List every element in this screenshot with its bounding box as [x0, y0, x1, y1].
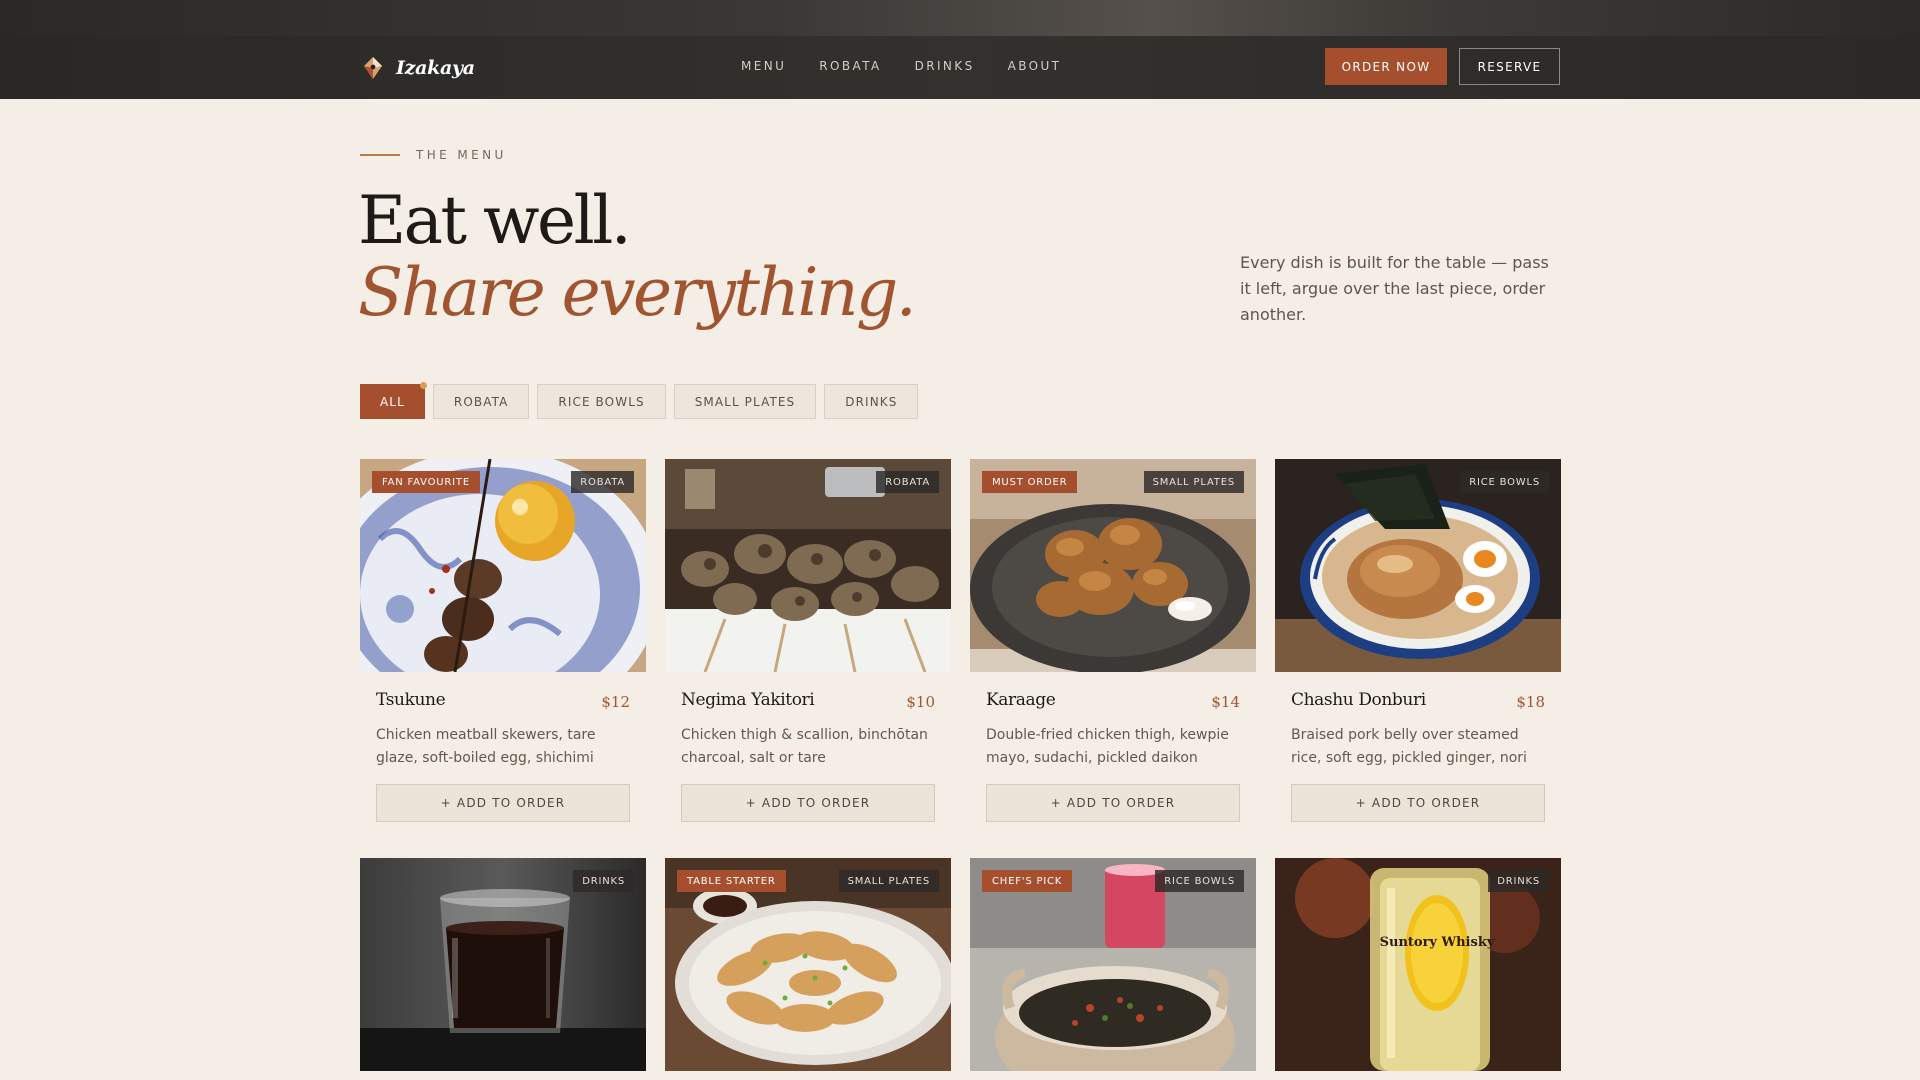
- dish-photo-negima-yakitori[interactable]: ROBATA: [665, 459, 951, 672]
- menu-card-tsukune: FAN FAVOURITE ROBATA Tsukune $12 Chicken…: [360, 459, 646, 822]
- dish-photo-chashu-donburi[interactable]: RICE BOWLS: [1275, 459, 1561, 672]
- menu-card-drink-cola: DRINKS: [360, 858, 646, 1071]
- category-tag: RICE BOWLS: [1460, 471, 1549, 493]
- menu-card-whisky-highball: Suntory Whisky DRINKS: [1275, 858, 1561, 1071]
- dish-name: Karaage: [986, 690, 1056, 710]
- filter-label: ALL: [380, 394, 405, 409]
- dish-name: Chashu Donburi: [1291, 690, 1426, 710]
- filter-small-plates[interactable]: SMALL PLATES: [673, 384, 817, 419]
- nav-link-menu[interactable]: MENU: [741, 59, 786, 73]
- card-info: Tsukune $12 Chicken meatball skewers, ta…: [360, 672, 646, 822]
- dish-price: $18: [1516, 693, 1545, 711]
- dish-photo-rice-bowl[interactable]: CHEF'S PICK RICE BOWLS: [970, 858, 1256, 1071]
- dish-price: $14: [1211, 693, 1240, 711]
- section-eyebrow: THE MENU: [360, 148, 507, 162]
- nav-link-drinks[interactable]: DRINKS: [915, 59, 975, 73]
- card-info: Chashu Donburi $18 Braised pork belly ov…: [1275, 672, 1561, 822]
- dish-photo-whisky[interactable]: Suntory Whisky DRINKS: [1275, 858, 1561, 1071]
- category-tag: ROBATA: [571, 471, 634, 493]
- category-filter-bar: ALL ROBATA RICE BOWLS SMALL PLATES DRINK…: [360, 382, 919, 419]
- category-tag: SMALL PLATES: [838, 870, 939, 892]
- filter-rice-bowls[interactable]: RICE BOWLS: [537, 384, 666, 419]
- badge-label: TABLE STARTER: [677, 870, 786, 892]
- menu-card-karaage: MUST ORDER SMALL PLATES Karaage $14 Doub…: [970, 459, 1256, 822]
- order-now-button[interactable]: ORDER NOW: [1325, 48, 1447, 85]
- badge-label: FAN FAVOURITE: [372, 471, 480, 493]
- dish-description: Double-fried chicken thigh, kewpie mayo,…: [986, 727, 1229, 766]
- category-tag: ROBATA: [876, 471, 939, 493]
- dish-description: Chicken meatball skewers, tare glaze, so…: [376, 727, 596, 766]
- dish-description: Chicken thigh & scallion, binchōtan char…: [681, 727, 928, 766]
- reserve-button[interactable]: RESERVE: [1459, 48, 1560, 85]
- dish-name: Negima Yakitori: [681, 690, 815, 710]
- dish-photo-tsukune[interactable]: FAN FAVOURITE ROBATA: [360, 459, 646, 672]
- badge-label: CHEF'S PICK: [982, 870, 1073, 892]
- hero-subtitle: Share everything.: [358, 254, 917, 331]
- add-to-order-button[interactable]: + ADD TO ORDER: [376, 784, 630, 822]
- dish-photo-gyoza[interactable]: TABLE STARTER SMALL PLATES: [665, 858, 951, 1071]
- header-background-strip: [0, 0, 1920, 36]
- menu-card-chefs-pick-bowl: CHEF'S PICK RICE BOWLS: [970, 858, 1256, 1071]
- add-to-order-button[interactable]: + ADD TO ORDER: [681, 784, 935, 822]
- badge-label: MUST ORDER: [982, 471, 1078, 493]
- hero-title: Eat well.: [358, 182, 632, 259]
- menu-card-chashu-donburi: RICE BOWLS Chashu Donburi $18 Braised po…: [1275, 459, 1561, 822]
- card-info: Negima Yakitori $10 Chicken thigh & scal…: [665, 672, 951, 822]
- filter-robata[interactable]: ROBATA: [432, 384, 530, 419]
- eyebrow-rule: [360, 154, 400, 156]
- eyebrow-text: THE MENU: [416, 148, 507, 162]
- category-tag: SMALL PLATES: [1143, 471, 1244, 493]
- dish-name: Tsukune: [376, 690, 446, 710]
- dish-photo-karaage[interactable]: MUST ORDER SMALL PLATES: [970, 459, 1256, 672]
- card-info: Karaage $14 Double-fried chicken thigh, …: [970, 672, 1256, 822]
- category-tag: DRINKS: [573, 870, 634, 892]
- dish-description: Braised pork belly over steamed rice, so…: [1291, 727, 1527, 766]
- nav-link-robata[interactable]: ROBATA: [819, 59, 881, 73]
- brand-name: Izakaya: [396, 57, 475, 79]
- dish-price: $10: [906, 693, 935, 711]
- hero-description: Every dish is built for the table — pass…: [1240, 253, 1549, 324]
- dish-price: $12: [601, 693, 630, 711]
- category-tag: DRINKS: [1488, 870, 1549, 892]
- dish-photo-drink[interactable]: DRINKS: [360, 858, 646, 1071]
- filter-all[interactable]: ALL: [360, 382, 427, 419]
- top-navigation-bar: Izakaya MENU ROBATA DRINKS ABOUT ORDER N…: [0, 36, 1920, 99]
- filter-drinks[interactable]: DRINKS: [824, 384, 919, 419]
- menu-card-negima-yakitori: ROBATA Negima Yakitori $10 Chicken thigh…: [665, 459, 951, 822]
- add-to-order-button[interactable]: + ADD TO ORDER: [1291, 784, 1545, 822]
- brand-logo[interactable]: Izakaya: [360, 54, 475, 82]
- lantern-logo-icon: [364, 57, 382, 79]
- nav-link-about[interactable]: ABOUT: [1008, 59, 1062, 73]
- menu-card-gyoza: TABLE STARTER SMALL PLATES: [665, 858, 951, 1071]
- nav-links: MENU ROBATA DRINKS ABOUT: [741, 59, 1061, 73]
- add-to-order-button[interactable]: + ADD TO ORDER: [986, 784, 1240, 822]
- category-tag: RICE BOWLS: [1155, 870, 1244, 892]
- active-indicator-dot: [419, 382, 427, 389]
- whisky-label-text: Suntory Whisky: [1380, 935, 1495, 950]
